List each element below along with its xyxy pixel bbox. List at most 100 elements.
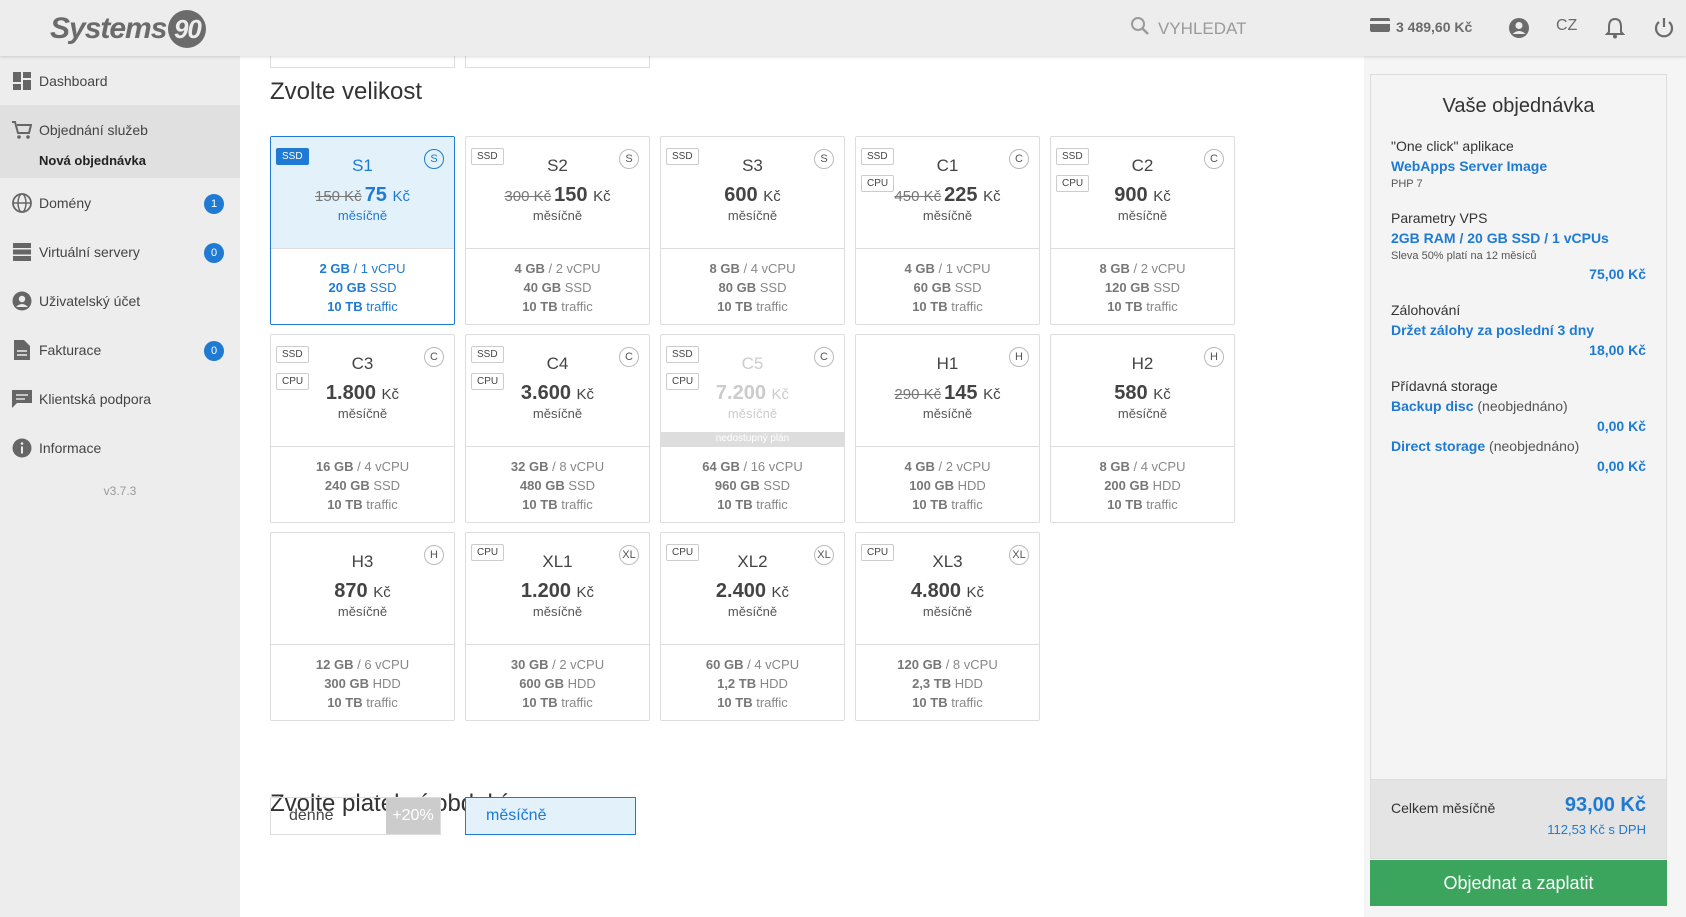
plan-price: 150 Kč 75 Kč xyxy=(271,184,454,207)
spec-traffic-label: traffic xyxy=(561,299,593,314)
plan-old-price: 150 Kč xyxy=(314,188,362,205)
spec-disk: 480 GB xyxy=(519,478,565,493)
sidebar-item-information[interactable]: Informace xyxy=(0,423,240,472)
plan-header: SSD S S2 300 Kč 150 Kč měsíčně xyxy=(466,137,649,249)
sidebar-item-order-services[interactable]: Objednání služeb xyxy=(0,105,240,154)
spec-traffic: 10 TB xyxy=(912,695,948,710)
sidebar-item-label: Domény xyxy=(39,194,92,211)
plan-card-c2[interactable]: SSD CPU C C2 900 Kč měsíčně 8 GB / 2 vCPU 120 G… xyxy=(1050,136,1235,325)
spec-disk-type: SSD xyxy=(763,478,791,493)
sidebar-item-dashboard[interactable]: Dashboard xyxy=(0,56,240,105)
plan-price: 290 Kč 145 Kč xyxy=(856,382,1039,405)
sidebar-item-domains[interactable]: Domény 1 xyxy=(0,178,240,227)
sidebar-item-billing[interactable]: Fakturace 0 xyxy=(0,325,240,374)
spec-traffic: 10 TB xyxy=(912,299,948,314)
order-backup-label: Zálohování xyxy=(1391,302,1461,318)
plan-price: 600 Kč xyxy=(661,184,844,207)
account-icon[interactable] xyxy=(1507,16,1531,40)
plan-card-h3[interactable]: H H3 870 Kč měsíčně 12 GB / 6 vCPU 300 GB HDD… xyxy=(270,532,455,721)
order-app-section: "One click" aplikace WebApps Server Imag… xyxy=(1371,138,1666,190)
credit-balance[interactable]: 3 489,60 Kč xyxy=(1370,18,1472,35)
search-input[interactable]: VYHLEDAT xyxy=(1158,19,1247,39)
order-vps-price: 75,00 Kč xyxy=(1589,266,1646,282)
plan-currency: Kč xyxy=(771,584,790,601)
plan-specs: 8 GB / 4 vCPU 80 GB SSD 10 TB traffic xyxy=(661,249,844,316)
spec-traffic: 10 TB xyxy=(1107,299,1143,314)
plan-card-c3[interactable]: SSD CPU C C3 1.800 Kč měsíčně 16 GB / 4 vCPU 24… xyxy=(270,334,455,523)
plan-card-c4[interactable]: SSD CPU C C4 3.600 Kč měsíčně 32 GB / 8 vCPU 48… xyxy=(465,334,650,523)
order-app-link[interactable]: WebApps Server Image xyxy=(1391,158,1646,174)
spec-traffic: 10 TB xyxy=(522,299,558,314)
spec-traffic: 10 TB xyxy=(1107,497,1143,512)
plan-name: H3 xyxy=(351,552,374,571)
plan-price-value: 4.800 xyxy=(910,580,961,602)
plan-card-s3[interactable]: SSD S S3 600 Kč měsíčně 8 GB / 4 vCPU 80 GB SS… xyxy=(660,136,845,325)
plan-card-xl3[interactable]: CPU XL XL3 4.800 Kč měsíčně 120 GB / 8 vCPU 2,… xyxy=(855,532,1040,721)
plan-name: C3 xyxy=(351,354,374,373)
direct-storage-link[interactable]: Direct storage xyxy=(1391,438,1485,454)
previous-section-card[interactable] xyxy=(270,56,455,68)
plan-price: 300 Kč 150 Kč xyxy=(466,184,649,207)
plan-card-h2[interactable]: H H2 580 Kč měsíčně 8 GB / 4 vCPU 200 GB HDD 1… xyxy=(1050,334,1235,523)
language-switch[interactable]: CZ xyxy=(1556,17,1577,35)
bell-icon[interactable] xyxy=(1603,16,1627,40)
order-vps-link[interactable]: 2GB RAM / 20 GB SSD / 1 vCPUs xyxy=(1391,230,1646,246)
plan-specs: 16 GB / 4 vCPU 240 GB SSD 10 TB traffic xyxy=(271,447,454,514)
plan-price-value: 600 xyxy=(724,184,758,206)
period-monthly-option[interactable]: měsíčně xyxy=(465,797,636,835)
plan-card-c1[interactable]: SSD CPU C C1 450 Kč 225 Kč měsíčně 4 GB / 1 vCP… xyxy=(855,136,1040,325)
order-and-pay-button[interactable]: Objednat a zaplatit xyxy=(1370,860,1667,906)
plan-currency: Kč xyxy=(983,188,1001,205)
power-icon[interactable] xyxy=(1652,16,1676,40)
plan-card-xl2[interactable]: CPU XL XL2 2.400 Kč měsíčně 60 GB / 4 vCPU 1,2… xyxy=(660,532,845,721)
spec-traffic-label: traffic xyxy=(366,695,398,710)
order-vps-note: Sleva 50% platí na 12 měsíců xyxy=(1391,250,1537,262)
spec-ram: 64 GB xyxy=(702,459,740,474)
order-total: Celkem měsíčně 93,00 Kč 112,53 Kč s DPH xyxy=(1370,780,1667,859)
plan-price: 900 Kč xyxy=(1051,184,1234,207)
plan-period: měsíčně xyxy=(337,406,388,421)
spec-vcpu: / 2 vCPU xyxy=(1133,261,1186,276)
spec-traffic: 10 TB xyxy=(327,497,363,512)
period-daily-option[interactable]: denně +20% xyxy=(270,797,441,835)
logo[interactable]: Systems 90 xyxy=(50,10,207,48)
backup-disc-link[interactable]: Backup disc xyxy=(1391,398,1473,414)
size-section-title: Zvolte velikost xyxy=(270,78,423,105)
spec-vcpu: / 16 vCPU xyxy=(743,459,803,474)
spec-ram: 32 GB xyxy=(510,459,549,474)
plan-price: 580 Kč xyxy=(1051,382,1234,405)
spec-traffic: 10 TB xyxy=(717,497,753,512)
plan-header: CPU XL XL2 2.400 Kč měsíčně xyxy=(661,533,844,645)
plan-price: 7.200 Kč xyxy=(661,382,844,405)
spec-disk-type: HDD xyxy=(957,478,986,493)
total-value: 93,00 Kč xyxy=(1564,794,1646,816)
spec-vcpu: / 1 vCPU xyxy=(938,261,991,276)
plan-price-value: 2.400 xyxy=(715,580,766,602)
search-icon xyxy=(1130,16,1150,41)
plan-card-s2[interactable]: SSD S S2 300 Kč 150 Kč měsíčně 4 GB / 2 vCPU 40… xyxy=(465,136,650,325)
plan-card-h1[interactable]: H H1 290 Kč 145 Kč měsíčně 4 GB / 2 vCPU 100 G… xyxy=(855,334,1040,523)
plan-price-value: 225 xyxy=(944,184,978,206)
plan-card-s1[interactable]: SSD S S1 150 Kč 75 Kč měsíčně 2 GB / 1 vCPU 20 … xyxy=(270,136,455,325)
plan-period: měsíčně xyxy=(532,406,583,421)
plan-name: S2 xyxy=(547,156,568,175)
plan-price: 870 Kč xyxy=(271,580,454,603)
search-box[interactable]: VYHLEDAT xyxy=(1130,16,1247,41)
spec-traffic-label: traffic xyxy=(1146,299,1178,314)
plan-card-xl1[interactable]: CPU XL XL1 1.200 Kč měsíčně 30 GB / 2 vCPU 600… xyxy=(465,532,650,721)
sidebar-item-user-account[interactable]: Uživatelský účet xyxy=(0,276,240,325)
spec-vcpu: / 6 vCPU xyxy=(357,657,410,672)
sidebar-item-label: Objednání služeb xyxy=(39,121,148,138)
sidebar-item-support[interactable]: Klientská podpora xyxy=(0,374,240,423)
sidebar-item-virtual-servers[interactable]: Virtuální servery 0 xyxy=(0,227,240,276)
spec-disk: 100 GB xyxy=(909,478,954,493)
order-backup-link[interactable]: Držet zálohy za poslední 3 dny xyxy=(1391,322,1646,338)
spec-traffic: 10 TB xyxy=(522,695,558,710)
plan-name: XL2 xyxy=(737,552,768,571)
total-with-vat: 112,53 Kč s DPH xyxy=(1547,822,1646,837)
plan-specs: 60 GB / 4 vCPU 1,2 TB HDD 10 TB traffic xyxy=(661,645,844,712)
spec-traffic: 10 TB xyxy=(327,299,363,314)
credit-value: 3 489,60 Kč xyxy=(1396,18,1473,35)
direct-storage-status: (neobjednáno) xyxy=(1489,438,1580,454)
previous-section-card[interactable] xyxy=(465,56,650,68)
